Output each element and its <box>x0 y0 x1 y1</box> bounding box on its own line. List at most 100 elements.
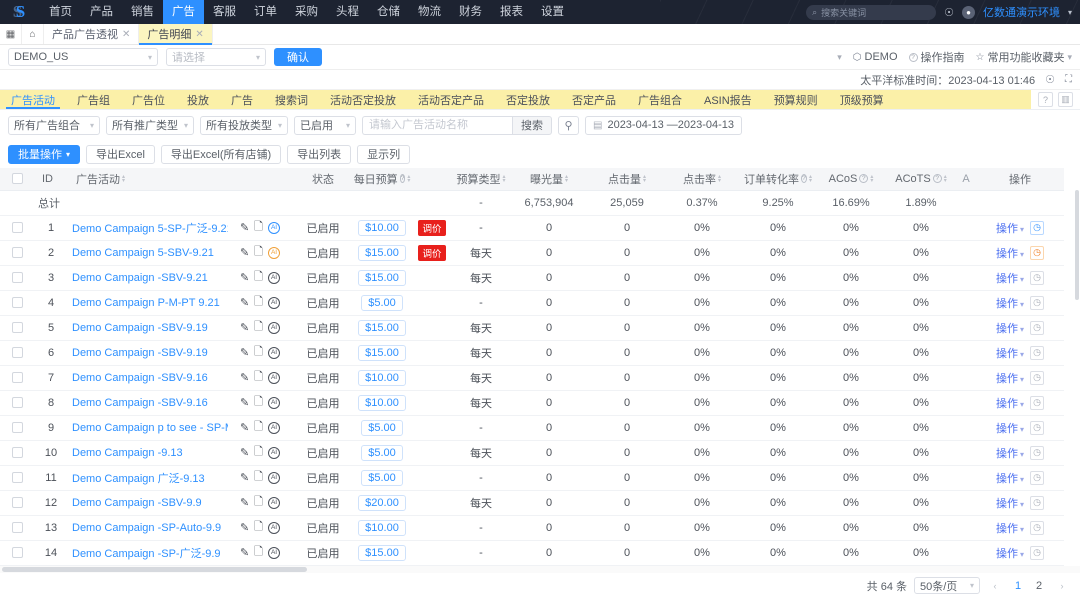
operation-link[interactable]: 操作 ▾ <box>996 370 1024 386</box>
daily-budget-value[interactable]: $10.00 <box>358 519 406 536</box>
row-budget-cell[interactable]: $20.00 <box>354 490 410 516</box>
edit-icon[interactable]: ✎ <box>240 321 249 334</box>
export-list-button[interactable]: 导出列表 <box>287 144 352 164</box>
nav-item-3[interactable]: 广告 <box>163 0 204 24</box>
row-budget-cell[interactable]: $5.00 <box>354 415 410 441</box>
nav-item-10[interactable]: 财务 <box>450 0 491 24</box>
close-icon[interactable]: ✕ <box>195 29 203 40</box>
row-checkbox-cell[interactable] <box>0 240 34 266</box>
document-icon[interactable]: 🗋 <box>254 293 263 312</box>
row-budget-cell[interactable]: $15.00 <box>354 540 410 566</box>
ai-icon[interactable]: AI <box>268 471 281 484</box>
header-impressions[interactable]: 曝光量 ▴ ▾ <box>508 168 590 191</box>
schedule-clock-button[interactable]: ◷ <box>1030 345 1044 360</box>
row-checkbox-cell[interactable] <box>0 515 34 541</box>
campaign-name-link[interactable]: Demo Campaign -SBV-9.16 <box>72 397 208 409</box>
edit-icon[interactable]: ✎ <box>240 446 249 459</box>
edit-icon[interactable]: ✎ <box>240 296 249 309</box>
row-checkbox-cell[interactable] <box>0 540 34 566</box>
daily-budget-value[interactable]: $10.00 <box>358 219 406 236</box>
report-tab-13[interactable]: 顶级预算 <box>828 90 895 109</box>
advanced-search-icon-button[interactable]: ⚲ <box>558 115 579 135</box>
report-tab-7[interactable]: 活动否定产品 <box>407 90 495 109</box>
table-vertical-scrollbar[interactable] <box>1075 190 1079 566</box>
header-daily-budget[interactable]: 每日预算? ▴ ▾ <box>354 168 410 191</box>
document-icon[interactable]: 🗋 <box>254 518 263 537</box>
campaign-name-link[interactable]: Demo Campaign -SBV-9.9 <box>72 497 202 509</box>
document-icon[interactable]: 🗋 <box>254 243 263 262</box>
operation-link[interactable]: 操作 ▾ <box>996 345 1024 361</box>
row-checkbox-cell[interactable] <box>0 415 34 441</box>
daily-budget-value[interactable]: $15.00 <box>358 244 406 261</box>
report-tab-8[interactable]: 否定投放 <box>495 90 561 109</box>
header-cvr[interactable]: 订单转化率? ▴ ▾ <box>740 168 816 191</box>
ai-icon[interactable]: AI <box>268 346 281 359</box>
report-tab-10[interactable]: 广告组合 <box>627 90 693 109</box>
daily-budget-value[interactable]: $5.00 <box>361 419 403 436</box>
nav-item-7[interactable]: 头程 <box>327 0 368 24</box>
table-horizontal-scroll-thumb[interactable] <box>2 567 307 572</box>
ai-icon[interactable]: AI <box>268 371 281 384</box>
campaign-name-link[interactable]: Demo Campaign -SBV-9.21 <box>72 272 208 284</box>
promo-type-select[interactable]: 所有推广类型 ▾ <box>106 115 194 135</box>
campaign-name-link[interactable]: Demo Campaign -SP-Auto-9.9 <box>72 522 221 534</box>
campaign-name-link[interactable]: Demo Campaign 广泛-9.13 <box>72 473 205 485</box>
operation-link[interactable]: 操作 ▾ <box>996 445 1024 461</box>
row-checkbox[interactable] <box>11 547 23 559</box>
header-campaign[interactable]: 广告活动 ▴ ▾ <box>68 168 228 191</box>
nav-item-11[interactable]: 报表 <box>491 0 532 24</box>
search-button[interactable]: 搜索 <box>512 115 552 135</box>
report-tab-4[interactable]: 广告 <box>220 90 264 109</box>
confirm-button[interactable]: 确认 <box>274 48 322 66</box>
edit-icon[interactable]: ✎ <box>240 496 249 509</box>
status-select[interactable]: 已启用 ▾ <box>294 115 356 135</box>
nav-item-0[interactable]: 首页 <box>40 0 81 24</box>
ai-icon[interactable]: AI <box>268 296 281 309</box>
schedule-clock-button[interactable]: ◷ <box>1030 245 1044 260</box>
nav-item-9[interactable]: 物流 <box>409 0 450 24</box>
document-icon[interactable]: 🗋 <box>254 343 263 362</box>
targeting-type-select[interactable]: 所有投放类型 ▾ <box>200 115 288 135</box>
row-budget-cell[interactable]: $10.00 <box>354 390 410 416</box>
sort-icon[interactable]: ▴ ▾ <box>643 174 646 184</box>
page-number-1[interactable]: 1 <box>1010 578 1026 594</box>
portfolio-select[interactable]: 所有广告组合 ▾ <box>8 115 100 135</box>
schedule-clock-button[interactable]: ◷ <box>1030 520 1044 535</box>
nav-item-2[interactable]: 销售 <box>122 0 163 24</box>
bulk-action-button[interactable]: 批量操作 ▾ <box>8 144 81 164</box>
row-checkbox-cell[interactable] <box>0 340 34 366</box>
header-clicks[interactable]: 点击量 ▴ ▾ <box>590 168 664 191</box>
info-icon[interactable]: ? <box>399 174 406 184</box>
edit-icon[interactable]: ✎ <box>240 421 249 434</box>
edit-icon[interactable]: ✎ <box>240 371 249 384</box>
row-checkbox[interactable] <box>11 247 23 259</box>
row-checkbox[interactable] <box>11 397 23 409</box>
schedule-clock-button[interactable]: ◷ <box>1030 220 1044 235</box>
row-checkbox-cell[interactable] <box>0 290 34 316</box>
header-acots[interactable]: ACoTS? ▴ ▾ <box>886 168 956 191</box>
daily-budget-value[interactable]: $5.00 <box>361 294 403 311</box>
guide-link[interactable]: ? 操作指南 <box>908 49 965 65</box>
show-columns-button[interactable]: 显示列 <box>357 144 411 164</box>
sort-icon[interactable]: ▴ ▾ <box>870 174 873 184</box>
table-vertical-scroll-thumb[interactable] <box>1075 190 1079 300</box>
schedule-clock-button[interactable]: ◷ <box>1030 295 1044 310</box>
info-icon[interactable]: ? <box>801 174 807 184</box>
row-checkbox-cell[interactable] <box>0 315 34 341</box>
daily-budget-value[interactable]: $10.00 <box>358 394 406 411</box>
select-all-checkbox[interactable] <box>11 173 23 185</box>
nav-item-8[interactable]: 仓储 <box>368 0 409 24</box>
row-checkbox-cell[interactable] <box>0 440 34 466</box>
header-budget-type[interactable]: 预算类型 ▴ ▾ <box>454 168 508 191</box>
row-checkbox-cell[interactable] <box>0 490 34 516</box>
app-logo[interactable]: S <box>0 0 40 24</box>
adjust-price-badge[interactable]: 调价 <box>418 244 446 261</box>
edit-icon[interactable]: ✎ <box>240 396 249 409</box>
ai-icon[interactable]: AI <box>268 321 281 334</box>
edit-icon[interactable]: ✎ <box>240 221 249 234</box>
row-checkbox-cell[interactable] <box>0 390 34 416</box>
nav-item-6[interactable]: 采购 <box>286 0 327 24</box>
report-tab-2[interactable]: 广告位 <box>121 90 176 109</box>
operation-link[interactable]: 操作 ▾ <box>996 395 1024 411</box>
ai-icon[interactable]: AI <box>268 221 281 234</box>
